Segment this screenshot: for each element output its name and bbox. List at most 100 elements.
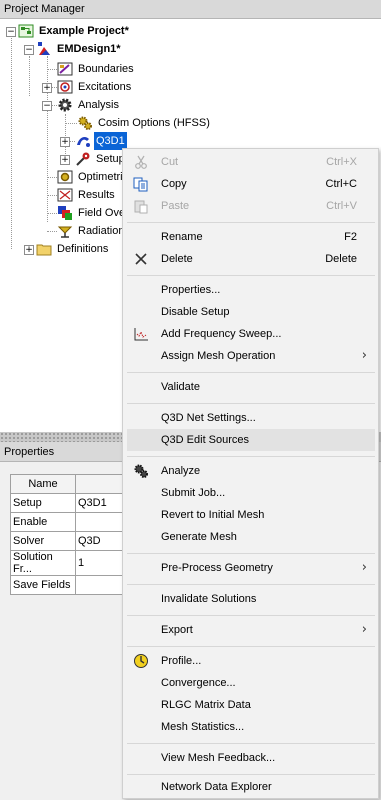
properties-table: Name Setup Q3D1 Enable Solver Q3D Soluti… xyxy=(10,474,131,595)
tree-node-q3d1[interactable]: Q3D1 xyxy=(75,132,127,150)
tree-node-boundaries[interactable]: Boundaries xyxy=(57,60,136,78)
menu-label: Rename xyxy=(161,231,203,243)
menu-item-cut[interactable]: Cut Ctrl+X xyxy=(127,151,375,173)
results-icon xyxy=(57,188,73,202)
menu-separator xyxy=(127,456,375,457)
property-name: Enable xyxy=(10,512,76,532)
tree-label: Field Ove xyxy=(78,207,126,219)
expand-toggle[interactable]: + xyxy=(60,137,70,147)
expand-toggle[interactable]: + xyxy=(24,245,34,255)
menu-item-network-data-explorer[interactable]: Network Data Explorer xyxy=(127,776,375,798)
menu-label: View Mesh Feedback... xyxy=(161,752,276,764)
table-row[interactable]: Setup Q3D1 xyxy=(10,493,131,513)
collapse-toggle[interactable]: − xyxy=(6,27,16,37)
menu-item-profile[interactable]: Profile... xyxy=(127,650,375,672)
menu-item-pre-process-geometry[interactable]: Pre-Process Geometry › xyxy=(127,557,375,579)
context-menu: Cut Ctrl+X Copy Ctrl+C Paste Ctrl+V Rena… xyxy=(122,148,379,799)
collapse-toggle[interactable]: − xyxy=(42,101,52,111)
tree-node-results[interactable]: Results xyxy=(57,186,117,204)
menu-label: Paste xyxy=(161,200,190,212)
menu-item-view-mesh-feedback[interactable]: View Mesh Feedback... xyxy=(127,747,375,769)
menu-label: Generate Mesh xyxy=(161,531,237,543)
menu-label: Submit Job... xyxy=(161,487,226,499)
menu-item-export[interactable]: Export › xyxy=(127,619,375,641)
tree-label: Radiation xyxy=(78,225,125,237)
menu-shortcut: Ctrl+V xyxy=(326,200,357,212)
menu-item-convergence[interactable]: Convergence... xyxy=(127,672,375,694)
table-row[interactable]: Solver Q3D xyxy=(10,531,131,551)
menu-separator xyxy=(127,372,375,373)
menu-item-revert-to-initial-mesh[interactable]: Revert to Initial Mesh xyxy=(127,504,375,526)
design-icon xyxy=(38,42,50,55)
menu-shortcut: Ctrl+C xyxy=(325,178,357,190)
menu-item-analyze[interactable]: Analyze xyxy=(127,460,375,482)
menu-separator xyxy=(127,553,375,554)
menu-label: Mesh Statistics... xyxy=(161,721,245,733)
paste-icon xyxy=(134,200,148,214)
tree-line xyxy=(47,56,48,222)
menu-item-q3d-edit-sources[interactable]: Q3D Edit Sources xyxy=(127,429,375,451)
tree-line xyxy=(11,38,12,249)
tree-node-cosim-options[interactable]: Cosim Options (HFSS) xyxy=(77,114,212,132)
tree-line xyxy=(47,177,57,178)
menu-separator xyxy=(127,615,375,616)
cosim-gears-icon xyxy=(78,116,92,130)
tree-node-design[interactable]: EMDesign1* xyxy=(36,40,123,58)
menu-label: Export xyxy=(161,624,193,636)
project-manager-header: Project Manager xyxy=(0,0,381,19)
collapse-toggle[interactable]: − xyxy=(24,45,34,55)
menu-item-add-frequency-sweep[interactable]: Add Frequency Sweep... xyxy=(127,323,375,345)
analyze-gears-icon xyxy=(134,464,148,478)
column-header-name[interactable]: Name xyxy=(10,474,76,494)
menu-item-invalidate-solutions[interactable]: Invalidate Solutions xyxy=(127,588,375,610)
expand-toggle[interactable]: + xyxy=(42,83,52,93)
menu-item-rename[interactable]: Rename F2 xyxy=(127,226,375,248)
tree-label: Excitations xyxy=(78,81,132,93)
tree-node-project[interactable]: Example Project* xyxy=(18,22,131,40)
menu-separator xyxy=(127,584,375,585)
menu-item-disable-setup[interactable]: Disable Setup xyxy=(127,301,375,323)
property-name: Solver xyxy=(10,531,76,551)
menu-item-copy[interactable]: Copy Ctrl+C xyxy=(127,173,375,195)
field-overlays-icon xyxy=(58,206,72,220)
boundaries-icon xyxy=(57,62,73,76)
table-row[interactable]: Save Fields xyxy=(10,575,131,595)
tree-node-optimetrics[interactable]: Optimetri xyxy=(57,168,125,186)
menu-item-assign-mesh-operation[interactable]: Assign Mesh Operation › xyxy=(127,345,375,367)
tree-line xyxy=(65,114,66,154)
expand-toggle[interactable]: + xyxy=(60,155,70,165)
menu-separator xyxy=(127,403,375,404)
menu-item-mesh-statistics[interactable]: Mesh Statistics... xyxy=(127,716,375,738)
menu-label: RLGC Matrix Data xyxy=(161,699,251,711)
tree-node-setup[interactable]: Setup xyxy=(75,150,127,168)
table-row[interactable]: Solution Fr... 1 xyxy=(10,550,131,576)
menu-item-properties[interactable]: Properties... xyxy=(127,279,375,301)
menu-label: Network Data Explorer xyxy=(161,781,272,793)
tree-line xyxy=(29,56,30,96)
menu-label: Profile... xyxy=(161,655,202,667)
menu-item-q3d-net-settings[interactable]: Q3D Net Settings... xyxy=(127,407,375,429)
tree-label: Definitions xyxy=(57,243,109,255)
tree-label: Optimetri xyxy=(78,171,123,183)
tree-line xyxy=(47,195,57,196)
tree-node-field-overlays[interactable]: Field Ove xyxy=(57,204,127,222)
tree-line xyxy=(47,69,57,70)
excitations-icon xyxy=(57,80,73,94)
tree-node-excitations[interactable]: Excitations xyxy=(57,78,133,96)
scissors-icon xyxy=(135,155,147,169)
menu-item-delete[interactable]: Delete Delete xyxy=(127,248,375,270)
menu-separator xyxy=(127,222,375,223)
tree-node-analysis[interactable]: Analysis xyxy=(57,96,121,114)
menu-item-validate[interactable]: Validate xyxy=(127,376,375,398)
project-icon xyxy=(18,24,34,38)
menu-item-submit-job[interactable]: Submit Job... xyxy=(127,482,375,504)
menu-label: Assign Mesh Operation xyxy=(161,350,276,362)
menu-item-generate-mesh[interactable]: Generate Mesh xyxy=(127,526,375,548)
tree-line xyxy=(47,231,57,232)
menu-item-paste[interactable]: Paste Ctrl+V xyxy=(127,195,375,217)
menu-shortcut: F2 xyxy=(344,231,357,243)
menu-item-rlgc-matrix-data[interactable]: RLGC Matrix Data xyxy=(127,694,375,716)
tree-node-radiation[interactable]: Radiation xyxy=(57,222,126,240)
table-row[interactable]: Enable xyxy=(10,512,131,532)
tree-node-definitions[interactable]: Definitions xyxy=(36,240,110,258)
